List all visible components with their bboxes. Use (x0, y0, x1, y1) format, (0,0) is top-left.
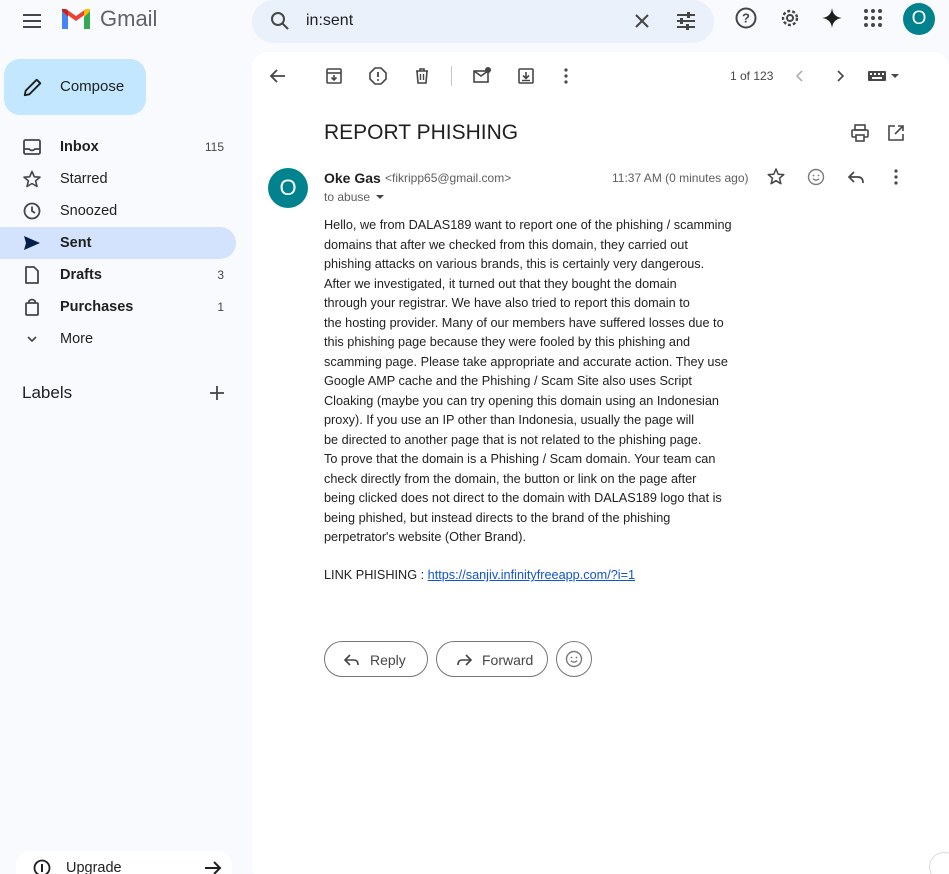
gmail-logo[interactable]: Gmail (60, 6, 157, 32)
inbox-icon (23, 139, 41, 155)
sidebar-item-starred[interactable]: Starred (0, 163, 236, 195)
forward-icon (457, 654, 473, 666)
phishing-link[interactable]: https://sanjiv.infinityfreeapp.com/?i=1 (428, 568, 635, 582)
back-arrow-icon[interactable] (268, 66, 288, 86)
email-body: Hello, we from DALAS189 want to report o… (324, 218, 732, 544)
help-icon[interactable]: ? (734, 6, 758, 30)
keyboard-input-icon[interactable] (866, 66, 902, 86)
sidebar-item-label: Sent (60, 235, 92, 251)
compose-label: Compose (60, 78, 125, 95)
sender-avatar[interactable]: O (268, 168, 308, 208)
account-avatar[interactable]: O (903, 3, 935, 35)
reply-label: Reply (370, 652, 406, 668)
clock-icon (23, 202, 41, 220)
apps-grid-icon[interactable] (861, 6, 885, 30)
email-subject: REPORT PHISHING (324, 121, 519, 144)
sidebar-item-snoozed[interactable]: Snoozed (0, 195, 236, 227)
sidebar-item-more[interactable]: More (0, 323, 236, 355)
caret-down-icon[interactable] (374, 191, 386, 203)
svg-text:?: ? (742, 11, 750, 26)
sidebar-item-label: Purchases (60, 299, 134, 315)
sidebar-item-purchases[interactable]: Purchases 1 (0, 291, 236, 323)
trash-icon[interactable] (412, 66, 432, 86)
print-icon[interactable] (850, 123, 870, 143)
sender-email: <fikripp65@gmail.com> (385, 171, 512, 185)
pagination-text: 1 of 123 (730, 69, 774, 83)
reply-button[interactable]: Reply (324, 641, 428, 677)
message-more-vert-icon[interactable] (886, 167, 906, 187)
unread-count: 115 (204, 140, 224, 154)
emoji-icon (565, 650, 583, 668)
emoji-reaction-icon[interactable] (806, 167, 826, 187)
recipient-text: to abuse (324, 190, 371, 204)
sender-name[interactable]: Oke Gas (324, 170, 381, 186)
gemini-sparkle-icon[interactable] (820, 6, 844, 30)
move-to-icon[interactable] (516, 66, 536, 86)
report-spam-icon[interactable] (368, 66, 388, 86)
search-options-icon[interactable] (674, 9, 698, 33)
newer-chevron-left-icon[interactable] (790, 66, 810, 86)
sidebar-item-sent[interactable]: Sent (0, 227, 236, 259)
link-label: LINK PHISHING : (324, 568, 428, 582)
add-label-icon[interactable] (208, 384, 226, 402)
phishing-link-line: LINK PHISHING : https://sanjiv.infinityf… (324, 568, 635, 582)
search-icon[interactable] (268, 9, 292, 33)
forward-label: Forward (482, 652, 534, 668)
main-menu-icon[interactable] (20, 8, 46, 34)
sidebar-item-inbox[interactable]: Inbox 115 (0, 131, 236, 163)
sidebar-item-label: More (60, 331, 94, 347)
star-icon (23, 170, 41, 188)
top-bar: Gmail ? (0, 0, 949, 44)
sidebar-item-label: Snoozed (60, 203, 118, 219)
archive-icon[interactable] (324, 66, 344, 86)
search-input[interactable] (306, 8, 626, 34)
more-vert-icon[interactable] (556, 66, 576, 86)
draft-count: 3 (217, 268, 224, 282)
search-bar[interactable] (252, 0, 714, 43)
upgrade-label: Upgrade (66, 860, 122, 874)
pencil-icon (23, 78, 42, 97)
older-chevron-right-icon[interactable] (830, 66, 850, 86)
sidebar-item-label: Starred (60, 171, 108, 187)
open-new-window-icon[interactable] (886, 123, 906, 143)
add-reaction-button[interactable] (556, 641, 592, 677)
message-pane: 1 of 123 REPORT PHISHING O Oke Gas <fikr… (252, 52, 949, 874)
shopping-bag-icon (25, 298, 39, 316)
settings-gear-icon[interactable] (778, 6, 802, 30)
send-icon (24, 236, 40, 250)
sidebar-item-drafts[interactable]: Drafts 3 (0, 259, 236, 291)
arrow-right-icon (205, 861, 222, 874)
app-name: Gmail (100, 6, 158, 31)
upgrade-button[interactable]: Upgrade (16, 851, 232, 874)
sidebar-item-label: Drafts (60, 267, 102, 283)
mark-unread-icon[interactable] (472, 66, 492, 86)
star-icon[interactable] (766, 167, 786, 187)
purchases-count: 1 (217, 300, 224, 314)
compose-button[interactable]: Compose (4, 59, 146, 115)
info-icon (33, 859, 51, 874)
gmail-m-icon (62, 9, 90, 29)
sidebar-nav: Inbox 115 Starred Snoozed Sent Drafts 3 … (0, 131, 236, 355)
email-timestamp: 11:37 AM (0 minutes ago) (612, 171, 749, 185)
recipient-line[interactable]: to abuse (324, 190, 386, 204)
toolbar-divider (451, 66, 452, 86)
sidebar-item-label: Inbox (60, 139, 99, 155)
draft-icon (25, 266, 39, 284)
reply-icon (343, 654, 359, 666)
forward-button[interactable]: Forward (436, 641, 548, 677)
labels-heading: Labels (22, 383, 73, 402)
chevron-down-icon (27, 336, 37, 343)
clear-search-icon[interactable] (630, 9, 654, 33)
reply-icon[interactable] (846, 167, 866, 187)
